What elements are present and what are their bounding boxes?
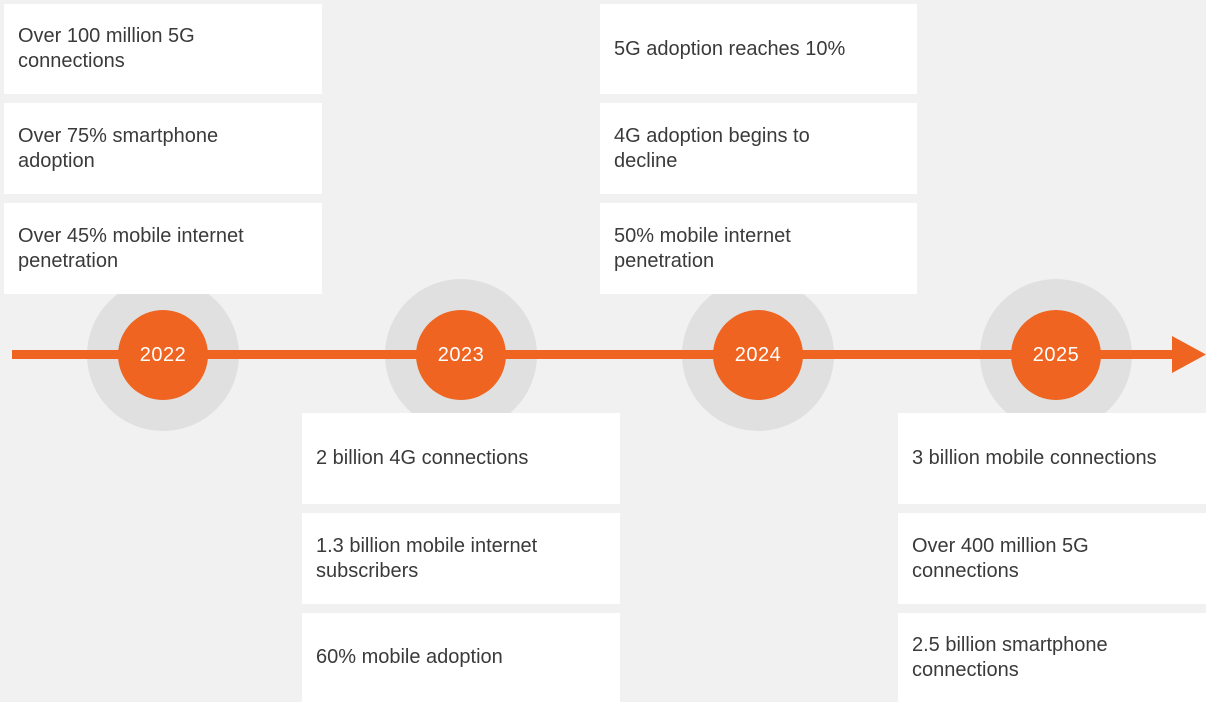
fact-card-2023-2: 1.3 billion mobile internet subscribers <box>302 513 620 604</box>
fact-text: 5G adoption reaches 10% <box>614 37 846 60</box>
fact-text: Over 100 million 5G connections <box>18 25 195 72</box>
fact-card-2023-3: 60% mobile adoption <box>302 613 620 702</box>
timeline-arrow-icon <box>1172 336 1206 373</box>
fact-text: 60% mobile adoption <box>316 646 503 668</box>
fact-text: 2.5 billion smartphone connections <box>912 633 1108 681</box>
fact-card-2023-1: 2 billion 4G connections <box>302 413 620 504</box>
year-label-2025: 2025 <box>1032 343 1080 366</box>
year-label-2023: 2023 <box>437 343 485 366</box>
year-label-2022: 2022 <box>139 343 187 366</box>
fact-card-2022-3: Over 45% mobile internet penetration <box>4 203 322 294</box>
fact-card-2024-2: 4G adoption begins to decline <box>600 103 917 194</box>
fact-card-2024-3: 50% mobile internet penetration <box>600 203 917 294</box>
fact-text: 4G adoption begins to decline <box>614 124 810 172</box>
fact-card-2025-3: 2.5 billion smartphone connections <box>898 613 1206 702</box>
year-label-2024: 2024 <box>734 343 782 366</box>
fact-text: Over 45% mobile internet penetration <box>18 224 244 272</box>
fact-card-2025-2: Over 400 million 5G connections <box>898 513 1206 604</box>
fact-text: Over 400 million 5G connections <box>912 534 1089 582</box>
fact-card-2024-1: 5G adoption reaches 10% <box>600 4 917 94</box>
fact-text: 50% mobile internet penetration <box>614 224 791 272</box>
fact-card-2022-1: Over 100 million 5G connections <box>4 4 322 94</box>
fact-text: 1.3 billion mobile internet subscribers <box>316 534 538 582</box>
fact-text: 3 billion mobile connections <box>912 447 1157 469</box>
fact-text: Over 75% smartphone adoption <box>18 124 219 172</box>
fact-text: 2 billion 4G connections <box>316 447 529 469</box>
fact-card-2025-1: 3 billion mobile connections <box>898 413 1206 504</box>
fact-card-2022-2: Over 75% smartphone adoption <box>4 103 322 194</box>
